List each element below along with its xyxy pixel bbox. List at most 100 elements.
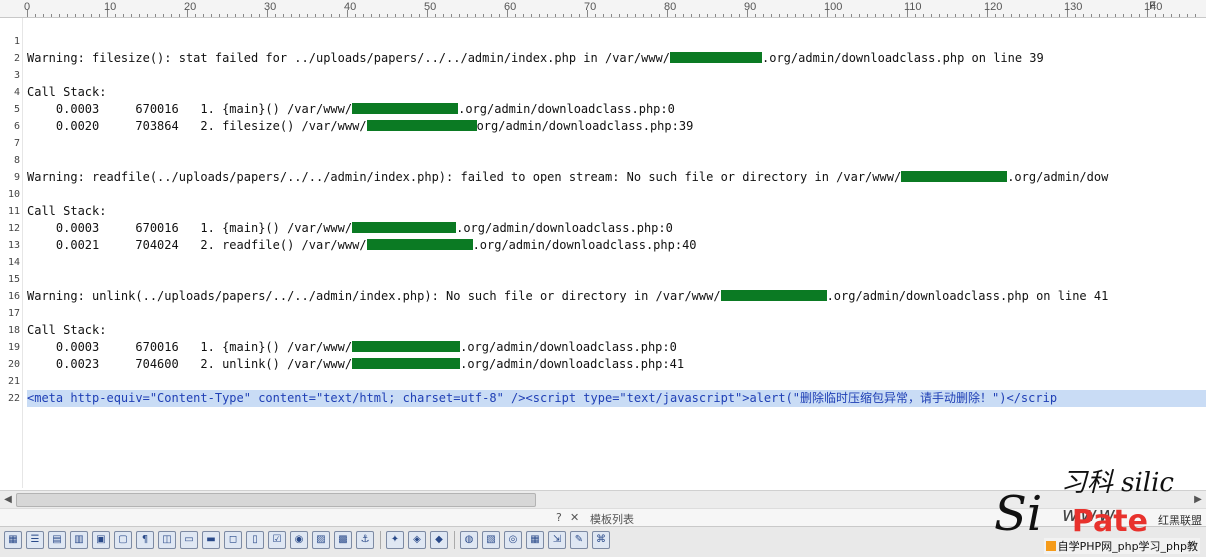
- ruler-tick: [723, 14, 724, 17]
- code-line[interactable]: Call Stack:: [27, 84, 106, 101]
- ruler-tick: [99, 14, 100, 17]
- code-line[interactable]: Call Stack:: [27, 203, 106, 220]
- export-icon[interactable]: ⇲: [548, 531, 566, 549]
- ruler-tick: [1099, 14, 1100, 17]
- code-text: .org/admin/downloadclass.php:0: [456, 221, 673, 235]
- textarea-icon[interactable]: ▯: [246, 531, 264, 549]
- line-number: 10: [7, 189, 20, 200]
- ruler-tick: [475, 14, 476, 17]
- ruler-label: 0: [24, 1, 31, 13]
- code-line[interactable]: Call Stack:: [27, 322, 106, 339]
- plugin-icon[interactable]: ◆: [430, 531, 448, 549]
- ruler-tick: [283, 14, 284, 17]
- button-icon[interactable]: ▭: [180, 531, 198, 549]
- line-number: 1: [13, 36, 20, 47]
- radio-icon[interactable]: ◉: [290, 531, 308, 549]
- ruler-tick: [515, 14, 516, 17]
- ruler-tick: [1059, 14, 1060, 17]
- selected-code-line[interactable]: <meta http-equiv="Content-Type" content=…: [27, 390, 1206, 407]
- ruler-tick: [307, 14, 308, 17]
- ruler-tick: [155, 14, 156, 17]
- code-line[interactable]: 0.0003 670016 1. {main}() /var/www/ .org/…: [27, 339, 677, 356]
- media-icon[interactable]: ▩: [334, 531, 352, 549]
- document-icon[interactable]: ▧: [482, 531, 500, 549]
- code-line[interactable]: 0.0021 704024 2. readfile() /var/www/ .or…: [27, 237, 697, 254]
- ruler-tick: [547, 14, 548, 17]
- ruler-tick: [43, 14, 44, 17]
- image-button-icon[interactable]: ▨: [312, 531, 330, 549]
- ruler-tick: [563, 14, 564, 17]
- line-number: 3: [13, 70, 20, 81]
- horizontal-scrollbar[interactable]: ◀ ▶: [0, 490, 1206, 508]
- ruler-tick: [1043, 14, 1044, 17]
- anchor-icon[interactable]: ⚓: [356, 531, 374, 549]
- color-wheel-icon[interactable]: ◍: [460, 531, 478, 549]
- script-icon[interactable]: ⌘: [592, 531, 610, 549]
- code-line[interactable]: 0.0003 670016 1. {main}() /var/www/ .org/…: [27, 220, 673, 237]
- ruler-tick: [299, 14, 300, 17]
- grid-icon[interactable]: ▥: [70, 531, 88, 549]
- ruler-tick: [899, 14, 900, 17]
- flash-icon[interactable]: ✦: [386, 531, 404, 549]
- wand-icon[interactable]: ✎: [570, 531, 588, 549]
- ruler-tick: [555, 14, 556, 17]
- form-icon[interactable]: ▤: [48, 531, 66, 549]
- ruler-tick: [67, 14, 68, 17]
- code-editor[interactable]: Warning: filesize(): stat failed for ../…: [27, 18, 1206, 488]
- applet-icon[interactable]: ◈: [408, 531, 426, 549]
- paragraph-icon[interactable]: ¶: [136, 531, 154, 549]
- image-icon[interactable]: ▣: [92, 531, 110, 549]
- code-line[interactable]: Warning: filesize(): stat failed for ../…: [27, 50, 1044, 67]
- checkbox-icon[interactable]: ☑: [268, 531, 286, 549]
- frame-icon[interactable]: ▢: [114, 531, 132, 549]
- line-number: 20: [7, 359, 20, 370]
- ruler-label: 100: [824, 1, 843, 13]
- template-list-panel-title[interactable]: 模板列表: [590, 511, 634, 527]
- ruler-tick: [643, 14, 644, 17]
- code-line[interactable]: 0.0020 703864 2. filesize() /var/www/org…: [27, 118, 693, 135]
- ruler-tick: [1075, 14, 1076, 17]
- hidden-field-icon[interactable]: ◻: [224, 531, 242, 549]
- scrollbar-thumb[interactable]: [16, 493, 536, 507]
- panel-close-icon[interactable]: ✕: [570, 511, 579, 524]
- ruler-tick: [683, 14, 684, 17]
- code-line[interactable]: 0.0023 704600 2. unlink() /var/www/ .org/…: [27, 356, 684, 373]
- code-line[interactable]: Warning: unlink(../uploads/papers/../../…: [27, 288, 1108, 305]
- code-line[interactable]: 0.0003 670016 1. {main}() /var/www/ .org/…: [27, 101, 675, 118]
- ruler-label: 30: [264, 1, 277, 13]
- ruler-tick: [859, 14, 860, 17]
- ruler-tick: [355, 14, 356, 17]
- ruler-tick: [595, 14, 596, 17]
- ruler-tick: [363, 14, 364, 17]
- ruler-tick: [739, 14, 740, 17]
- ruler-tick: [235, 14, 236, 17]
- panel-pin-icon[interactable]: ?: [556, 511, 562, 524]
- code-text: 0.0023 704600 2. unlink() /var/www/: [27, 357, 353, 371]
- list-icon[interactable]: ☰: [26, 531, 44, 549]
- ruler-tick: [83, 14, 84, 17]
- ruler-tick: [915, 14, 916, 17]
- code-text: Warning: readfile(../uploads/papers/../.…: [27, 170, 902, 184]
- ruler-tick: [531, 14, 532, 17]
- scroll-right-arrow-icon[interactable]: ▶: [1190, 491, 1206, 508]
- code-line[interactable]: Warning: readfile(../uploads/papers/../.…: [27, 169, 1108, 186]
- ruler-tick: [395, 14, 396, 17]
- line-number: 15: [7, 274, 20, 285]
- ruler-tick: [611, 14, 612, 17]
- line-number: 14: [7, 257, 20, 268]
- table-properties-icon[interactable]: ▦: [526, 531, 544, 549]
- ruler-tick: [91, 14, 92, 17]
- ruler-tick: [1051, 14, 1052, 17]
- ruler-tick: [243, 14, 244, 17]
- ruler-tick: [763, 14, 764, 17]
- code-text: .org/admin/downloadclass.php on line 41: [826, 289, 1109, 303]
- layer-icon[interactable]: ◫: [158, 531, 176, 549]
- ruler-tick: [227, 14, 228, 17]
- redaction-block: [366, 120, 477, 131]
- scroll-left-arrow-icon[interactable]: ◀: [0, 491, 16, 508]
- panel-strip: ? ✕ 模板列表: [0, 508, 1206, 527]
- table-icon[interactable]: ▦: [4, 531, 22, 549]
- browse-icon[interactable]: ◎: [504, 531, 522, 549]
- ruler-tick: [451, 14, 452, 17]
- textfield-icon[interactable]: ▬: [202, 531, 220, 549]
